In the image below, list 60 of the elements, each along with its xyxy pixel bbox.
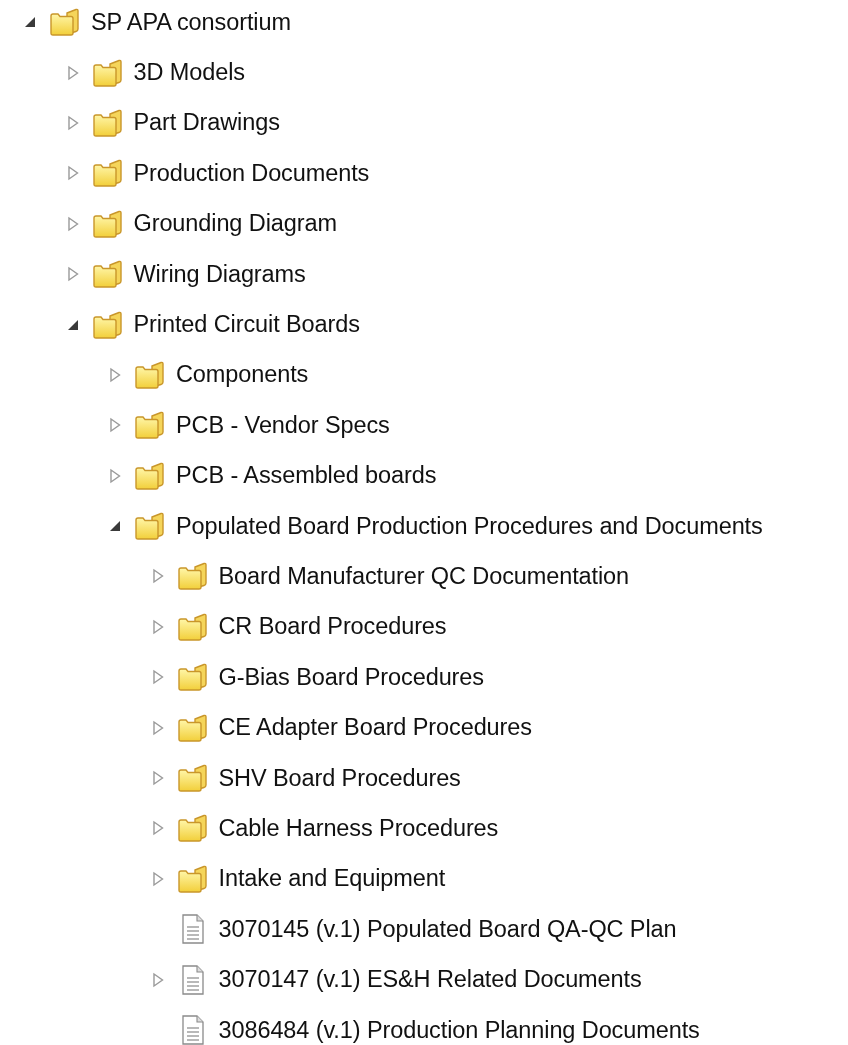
document-icon [180,1015,205,1045]
tree-item-label[interactable]: Production Documents [133,159,370,187]
tree-item-label[interactable]: G-Bias Board Procedures [218,663,484,691]
tree-item-label[interactable]: Intake and Equipment [218,865,446,893]
collapsed-toggle-icon[interactable] [151,770,164,787]
tree-item-label[interactable]: Components [176,361,309,389]
collapsed-toggle-icon[interactable] [66,114,79,131]
collapsed-toggle-icon[interactable] [151,618,164,635]
folder-icon [176,813,209,844]
tree-item-label[interactable]: 3086484 (v.1) Production Planning Documents [218,1016,700,1044]
tree-item-label[interactable]: Printed Circuit Boards [133,311,360,339]
tree-item-label[interactable]: Grounding Diagram [133,210,337,238]
tree-item-label[interactable]: Part Drawings [133,109,280,137]
collapsed-toggle-icon[interactable] [109,417,121,434]
tree-item-label[interactable]: CR Board Procedures [218,613,447,641]
folder-icon [134,359,166,390]
tree-item-label[interactable]: PCB - Assembled boards [176,462,437,490]
document-icon [180,914,205,945]
tree-item-label[interactable]: SHV Board Procedures [218,764,461,792]
folder-icon [91,57,124,88]
tree-item-label[interactable]: 3070145 (v.1) Populated Board QA-QC Plan [218,915,677,943]
document-icon [180,964,205,995]
collapsed-toggle-icon[interactable] [151,971,164,988]
collapsed-toggle-icon[interactable] [151,669,164,686]
expanded-toggle-icon[interactable] [23,15,37,30]
collapsed-toggle-icon[interactable] [109,467,121,484]
folder-icon [91,158,124,189]
folder-icon [176,561,209,592]
collapsed-toggle-icon[interactable] [66,266,79,283]
collapsed-toggle-icon[interactable] [66,64,79,81]
collapsed-toggle-icon[interactable] [151,568,164,585]
tree-item-label[interactable]: Wiring Diagrams [133,260,306,288]
collapsed-toggle-icon[interactable] [151,820,164,837]
collapsed-toggle-icon[interactable] [109,366,121,383]
tree-item-label[interactable]: CE Adapter Board Procedures [218,714,532,742]
tree-item-label[interactable]: PCB - Vendor Specs [176,411,390,439]
folder-icon [176,611,209,642]
collapsed-toggle-icon[interactable] [66,215,79,232]
folder-icon [91,208,124,239]
collapsed-toggle-icon[interactable] [151,870,164,887]
tree-item-label[interactable]: Populated Board Production Procedures and Documents [176,512,763,540]
tree-item-label[interactable]: 3070147 (v.1) ES&H Related Documents [218,966,642,994]
tree-item-label[interactable]: SP APA consortium [91,8,291,36]
folder-icon [134,511,166,542]
tree-item-label[interactable]: 3D Models [133,59,245,87]
tree-item-label[interactable]: Cable Harness Procedures [218,814,499,842]
folder-icon [134,460,166,491]
folder-icon [91,107,124,138]
collapsed-toggle-icon[interactable] [66,165,79,182]
folder-icon [176,712,209,743]
tree-item-label[interactable]: Board Manufacturer QC Documentation [218,563,630,590]
folder-icon [91,259,124,290]
folder-icon [134,410,166,441]
collapsed-toggle-icon[interactable] [151,719,164,736]
folder-icon [91,309,124,340]
expanded-toggle-icon[interactable] [108,519,122,534]
folder-icon [49,7,81,38]
folder-icon [176,662,209,693]
folder-icon [176,863,209,894]
folder-icon [176,763,209,794]
